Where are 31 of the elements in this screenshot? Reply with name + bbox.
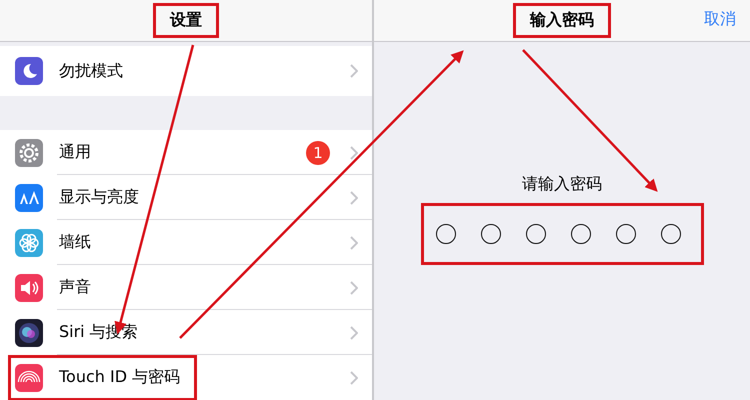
settings-row[interactable]: 显示与亮度 [0, 175, 372, 220]
chevron-icon [350, 64, 358, 78]
speaker-icon [15, 274, 43, 302]
settings-row[interactable]: 墙纸 [0, 220, 372, 265]
menu-label: 通用 [59, 142, 91, 163]
cancel-button[interactable]: 取消 [704, 9, 736, 30]
menu-label: 勿扰模式 [59, 60, 123, 82]
menu-label: Touch ID 与密码 [59, 367, 180, 388]
settings-row[interactable]: 通用 1 [0, 130, 372, 175]
passcode-prompt: 请输入密码 [522, 174, 602, 195]
settings-row[interactable]: 声音 [0, 265, 372, 310]
chevron-icon [350, 280, 358, 294]
chevron-icon [350, 146, 358, 160]
chevron-icon [350, 236, 358, 250]
orb-icon [15, 318, 43, 346]
text-size-icon [15, 184, 43, 212]
chevron-icon [350, 370, 358, 384]
settings-row[interactable]: Touch ID 与密码 [0, 355, 372, 400]
flower-icon [15, 228, 43, 256]
menu-label: 声音 [59, 277, 91, 298]
menu-label: 显示与亮度 [59, 187, 139, 208]
settings-icon [15, 138, 43, 166]
moon-icon [15, 57, 43, 85]
screen-title: 输入密码 [513, 3, 611, 38]
screen-title: 设置 [153, 3, 219, 38]
menu-label: 墙纸 [59, 232, 91, 253]
settings-row[interactable]: 勿扰模式 [0, 46, 372, 96]
chevron-icon [350, 190, 358, 204]
fingerprint-icon [15, 364, 43, 392]
chevron-icon [350, 326, 358, 340]
notification-badge: 1 [306, 140, 330, 164]
